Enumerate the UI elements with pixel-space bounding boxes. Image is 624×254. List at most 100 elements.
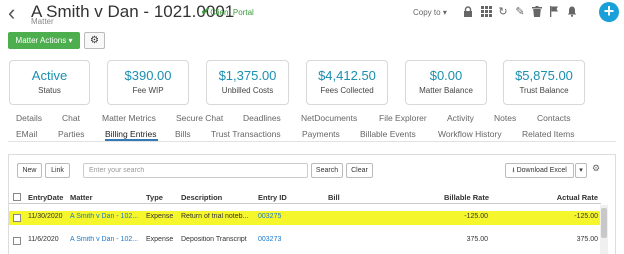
table-row[interactable]: 11/30/2020 A Smith v Dan - 102... Expens… <box>9 211 600 225</box>
entry-id-link[interactable]: 003275 <box>258 213 281 220</box>
tab-activity[interactable]: Activity <box>447 113 474 123</box>
card-value: $0.00 <box>429 68 463 83</box>
download-excel-button[interactable]: ⭳ Download Excel <box>505 163 574 178</box>
tab-bills[interactable]: Bills <box>175 129 191 139</box>
matter-actions-button[interactable]: Matter Actions ▾ <box>8 32 80 49</box>
card-label: Status <box>38 86 61 95</box>
tab-contacts[interactable]: Contacts <box>537 113 571 123</box>
link-button[interactable]: Link <box>45 163 70 178</box>
header-divider <box>9 203 601 204</box>
tab-secure-chat[interactable]: Secure Chat <box>176 113 223 123</box>
row-checkbox[interactable] <box>13 214 21 222</box>
page-subtitle: Matter <box>31 17 54 26</box>
matter-balance-card: $0.00 Matter Balance <box>405 60 487 105</box>
billable-rate-cell: 375.00 <box>466 236 488 243</box>
client-portal-link[interactable]: ✔Client Portal <box>201 5 254 18</box>
edit-icon[interactable]: ✎ <box>514 6 526 18</box>
add-button[interactable]: + <box>599 2 619 22</box>
column-header-matter[interactable]: Matter <box>70 193 93 202</box>
tab-parties[interactable]: Parties <box>58 129 84 139</box>
fees-collected-card: $4,412.50 Fees Collected <box>306 60 388 105</box>
tab-notes[interactable]: Notes <box>494 113 516 123</box>
caret-down-icon: ▾ <box>68 36 73 45</box>
card-value: Active <box>31 68 68 83</box>
copy-to-dropdown[interactable]: Copy to ▾ <box>413 8 447 17</box>
card-value: $4,412.50 <box>318 68 376 83</box>
flag-icon[interactable] <box>548 6 560 18</box>
tab-chat[interactable]: Chat <box>62 113 80 123</box>
bell-icon[interactable] <box>566 6 578 18</box>
caret-down-icon: ▾ <box>442 8 447 17</box>
search-input[interactable] <box>83 163 308 178</box>
client-portal-label: Client Portal <box>210 8 254 17</box>
matter-link[interactable]: A Smith v Dan - 102... <box>70 236 145 243</box>
billable-rate-cell: -125.00 <box>464 213 488 220</box>
card-label: Fee WIP <box>132 86 164 95</box>
tab-file-explorer[interactable]: File Explorer <box>379 113 427 123</box>
check-icon: ✔ <box>201 6 211 18</box>
tabs-divider <box>8 141 616 142</box>
trust-balance-card: $5,875.00 Trust Balance <box>503 60 585 105</box>
lock-icon[interactable] <box>462 6 474 18</box>
entry-id-link[interactable]: 003273 <box>258 236 281 243</box>
gear-icon: ⚙ <box>90 35 99 46</box>
description-cell: Return of trial noteb... <box>181 213 249 220</box>
grid-icon[interactable] <box>480 6 492 18</box>
caret-down-icon: ▾ <box>579 167 583 174</box>
column-header-entry-id[interactable]: Entry ID <box>258 193 287 202</box>
entry-date-cell: 11/30/2020 <box>28 213 63 220</box>
download-icon: ⭳ <box>512 167 515 174</box>
column-header-type[interactable]: Type <box>146 193 163 202</box>
column-header-actual-rate[interactable]: Actual Rate <box>556 193 598 202</box>
tab-email[interactable]: EMail <box>16 129 37 139</box>
card-label: Unbilled Costs <box>221 86 274 95</box>
unbilled-costs-card: $1,375.00 Unbilled Costs <box>206 60 289 105</box>
tab-workflow-history[interactable]: Workflow History <box>438 129 502 139</box>
type-cell: Expense <box>146 236 174 243</box>
description-cell: Deposition Transcript <box>181 236 247 243</box>
trash-icon[interactable] <box>531 6 543 18</box>
column-header-billable-rate[interactable]: Billable Rate <box>444 193 489 202</box>
download-options-dropdown[interactable]: ▾ <box>575 163 587 178</box>
copy-to-label: Copy to <box>413 8 441 17</box>
search-button[interactable]: Search <box>311 163 343 178</box>
scrollbar-thumb[interactable] <box>601 208 607 238</box>
tab-related-items[interactable]: Related Items <box>522 129 574 139</box>
entry-date-cell: 11/6/2020 <box>28 236 59 243</box>
select-all-checkbox[interactable] <box>13 193 21 201</box>
tab-netdocuments[interactable]: NetDocuments <box>301 113 357 123</box>
tab-deadlines[interactable]: Deadlines <box>243 113 281 123</box>
download-excel-label: Download Excel <box>516 167 567 174</box>
tab-billing-entries[interactable]: Billing Entries <box>105 129 157 139</box>
chevron-left-icon[interactable]: ‹ <box>8 2 15 24</box>
column-settings-gear-icon[interactable]: ⚙ <box>592 163 600 174</box>
card-value: $1,375.00 <box>218 68 277 83</box>
new-button[interactable]: New <box>17 163 42 178</box>
clear-button[interactable]: Clear <box>346 163 373 178</box>
column-header-entrydate[interactable]: EntryDate <box>28 193 63 202</box>
card-value: $390.00 <box>124 68 172 83</box>
page-header: ‹ A Smith v Dan - 1021.0001 ✔Client Port… <box>0 0 624 28</box>
tab-matter-metrics[interactable]: Matter Metrics <box>102 113 156 123</box>
refresh-icon[interactable]: ↻ <box>497 6 509 18</box>
card-label: Trust Balance <box>519 86 569 95</box>
card-label: Matter Balance <box>419 86 473 95</box>
fee-wip-card: $390.00 Fee WIP <box>107 60 189 105</box>
settings-button[interactable]: ⚙ <box>84 32 105 49</box>
actual-rate-cell: 375.00 <box>576 236 598 243</box>
type-cell: Expense <box>146 213 174 220</box>
column-header-description[interactable]: Description <box>181 193 222 202</box>
card-label: Fees Collected <box>320 86 374 95</box>
card-value: $5,875.00 <box>515 68 573 83</box>
tab-payments[interactable]: Payments <box>302 129 340 139</box>
status-card: Active Status <box>9 60 90 105</box>
tab-details[interactable]: Details <box>16 113 42 123</box>
column-header-bill[interactable]: Bill <box>328 193 340 202</box>
tab-trust-transactions[interactable]: Trust Transactions <box>211 129 281 139</box>
tab-billable-events[interactable]: Billable Events <box>360 129 416 139</box>
actual-rate-cell: -125.00 <box>574 213 598 220</box>
matter-actions-label: Matter Actions <box>15 36 67 45</box>
row-checkbox[interactable] <box>13 237 21 245</box>
matter-link[interactable]: A Smith v Dan - 102... <box>70 213 145 220</box>
table-row[interactable]: 11/6/2020 A Smith v Dan - 102... Expense… <box>9 234 600 248</box>
